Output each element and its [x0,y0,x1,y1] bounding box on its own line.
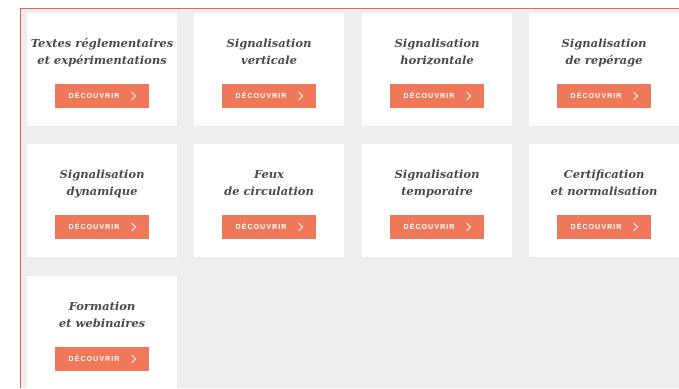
category-card-horizontale: Signalisation horizontale DÉCOUVRIR [362,13,512,126]
discover-button-label: DÉCOUVRIR [570,92,623,100]
discover-button[interactable]: DÉCOUVRIR [55,347,149,371]
discover-button-label: DÉCOUVRIR [403,92,456,100]
discover-button[interactable]: DÉCOUVRIR [390,215,484,239]
discover-button[interactable]: DÉCOUVRIR [557,84,651,108]
category-card-feux: Feux de circulation DÉCOUVRIR [194,144,344,257]
card-title: Feux de circulation [224,167,314,198]
card-title: Signalisation horizontale [394,36,480,67]
discover-button-label: DÉCOUVRIR [570,223,623,231]
card-title: Formation et webinaires [58,299,146,330]
discover-button[interactable]: DÉCOUVRIR [222,84,316,108]
card-title: Certification et normalisation [550,167,658,198]
discover-button[interactable]: DÉCOUVRIR [55,84,149,108]
discover-button-label: DÉCOUVRIR [68,92,121,100]
card-title: Textes réglementaires et expérimentation… [30,36,174,67]
chevron-right-icon [463,91,472,101]
category-card-certification: Certification et normalisation DÉCOUVRIR [529,144,679,257]
discover-button-label: DÉCOUVRIR [68,223,121,231]
category-card-verticale: Signalisation verticale DÉCOUVRIR [194,13,344,126]
discover-button-label: DÉCOUVRIR [235,92,288,100]
chevron-right-icon [630,222,639,232]
category-card-dynamique: Signalisation dynamique DÉCOUVRIR [27,144,177,257]
discover-button[interactable]: DÉCOUVRIR [390,84,484,108]
discover-button-label: DÉCOUVRIR [68,355,121,363]
discover-button-label: DÉCOUVRIR [235,223,288,231]
chevron-right-icon [630,91,639,101]
chevron-right-icon [463,222,472,232]
category-card-formation: Formation et webinaires DÉCOUVRIR [27,276,177,389]
category-card-temporaire: Signalisation temporaire DÉCOUVRIR [362,144,512,257]
category-card-reperage: Signalisation de repérage DÉCOUVRIR [529,13,679,126]
discover-button[interactable]: DÉCOUVRIR [557,215,651,239]
card-title: Signalisation de repérage [561,36,647,67]
discover-button[interactable]: DÉCOUVRIR [222,215,316,239]
category-card-textes: Textes réglementaires et expérimentation… [27,13,177,126]
discover-button-label: DÉCOUVRIR [403,223,456,231]
chevron-right-icon [295,91,304,101]
card-title: Signalisation dynamique [59,167,145,198]
card-title: Signalisation verticale [226,36,312,67]
chevron-right-icon [128,222,137,232]
categories-panel: Textes réglementaires et expérimentation… [20,8,679,389]
chevron-right-icon [128,91,137,101]
chevron-right-icon [128,354,137,364]
discover-button[interactable]: DÉCOUVRIR [55,215,149,239]
chevron-right-icon [295,222,304,232]
card-title: Signalisation temporaire [394,167,480,198]
